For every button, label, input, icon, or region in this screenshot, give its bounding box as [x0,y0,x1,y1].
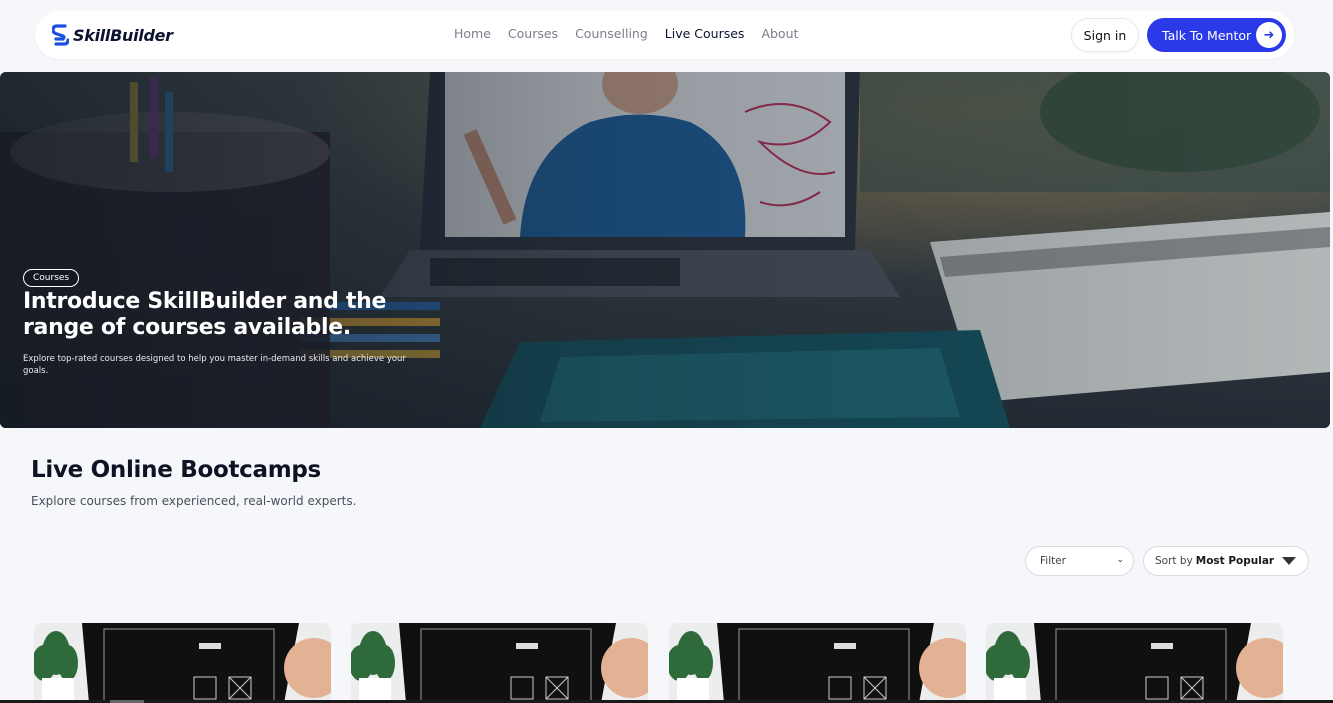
nav-item-courses[interactable]: Courses [508,26,558,41]
hero-banner: Courses Introduce SkillBuilder and the r… [0,72,1330,428]
main-menu: Home Courses Counselling Live Courses Ab… [454,26,798,41]
caret-down-icon [1282,557,1296,565]
course-card[interactable] [986,623,1283,703]
course-card[interactable] [34,623,331,703]
section-title: Live Online Bootcamps [31,457,321,483]
nav-item-home[interactable]: Home [454,26,491,41]
sort-dropdown[interactable]: Sort by Most Popular [1143,546,1309,576]
arrow-right-icon: ➜ [1256,22,1282,48]
skillbuilder-logo-icon [52,24,69,46]
section-subtitle: Explore courses from experienced, real-w… [31,494,357,508]
nav-item-counselling[interactable]: Counselling [575,26,648,41]
course-card-image [986,623,1283,703]
sign-in-button[interactable]: Sign in [1071,18,1139,52]
course-card[interactable] [669,623,966,703]
hero-subtitle: Explore top-rated courses designed to he… [23,354,406,376]
nav-item-about[interactable]: About [761,26,798,41]
hero-title: Introduce SkillBuilder and the range of … [23,289,387,340]
course-card-image [34,623,331,703]
sort-value: Most Popular [1195,555,1275,567]
course-card[interactable] [351,623,648,703]
nav-item-live-courses[interactable]: Live Courses [665,26,745,41]
filter-select[interactable]: Filter ⌄ [1025,546,1134,576]
course-card-image [669,623,966,703]
sort-prefix: Sort by [1155,555,1193,567]
talk-to-mentor-button[interactable]: Talk To Mentor ➜ [1147,18,1286,52]
chevron-down-icon: ⌄ [1116,555,1124,565]
filter-label: Filter [1040,555,1067,567]
brand-logo[interactable]: SkillBuilder [52,22,173,48]
brand-name: SkillBuilder [73,25,173,45]
course-card-image [351,623,648,703]
top-navbar: SkillBuilder Home Courses Counselling Li… [35,11,1294,59]
talk-to-mentor-label: Talk To Mentor [1162,27,1252,43]
hero-category-badge: Courses [23,269,80,287]
